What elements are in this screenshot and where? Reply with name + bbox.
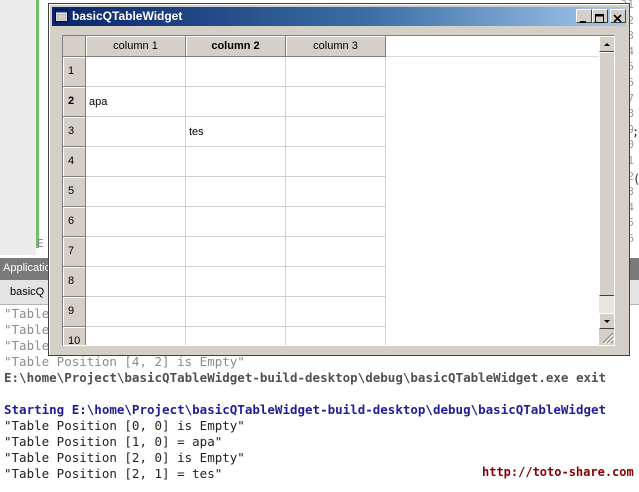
row-header-2[interactable]: 2: [63, 87, 86, 117]
row-header-10[interactable]: 10: [63, 327, 86, 345]
row-header-4[interactable]: 4: [63, 147, 86, 177]
column-header-1[interactable]: column 1: [86, 36, 186, 57]
table-cell[interactable]: [186, 87, 286, 117]
close-button[interactable]: [610, 9, 626, 23]
window-title: basicQTableWidget: [72, 9, 183, 23]
vertical-scrollbar[interactable]: [599, 36, 614, 345]
app-window-icon[interactable]: [55, 9, 68, 22]
table-cell[interactable]: [186, 177, 286, 207]
row-header-1[interactable]: 1: [63, 57, 86, 87]
table-cell[interactable]: [186, 207, 286, 237]
window-titlebar[interactable]: basicQTableWidget: [52, 7, 626, 26]
header-empty-area: [386, 36, 599, 57]
output-line: "Table Position [2, 1] = tes": [4, 466, 223, 481]
table-cell[interactable]: [186, 267, 286, 297]
scroll-up-button[interactable]: [599, 36, 614, 52]
output-line: E:\home\Project\basicQTableWidget-build-…: [4, 370, 607, 385]
table-cell[interactable]: [286, 147, 386, 177]
table-cell[interactable]: [286, 87, 386, 117]
row-header-8[interactable]: 8: [63, 267, 86, 297]
size-grip-icon: [602, 332, 614, 345]
table-cell[interactable]: tes: [186, 117, 286, 147]
maximize-icon: [595, 14, 604, 23]
table-cell[interactable]: [286, 207, 386, 237]
watermark-text: http://toto-share.com: [482, 465, 634, 479]
fold-marker[interactable]: E: [37, 237, 44, 250]
table-cell[interactable]: [86, 267, 186, 297]
row-header-9[interactable]: 9: [63, 297, 86, 327]
close-icon: [613, 14, 622, 23]
output-line: Starting E:\home\Project\basicQTableWidg…: [4, 402, 607, 417]
row-header-6[interactable]: 6: [63, 207, 86, 237]
size-grip[interactable]: [599, 329, 614, 345]
table-cell[interactable]: [86, 327, 186, 345]
table-cell[interactable]: [286, 57, 386, 87]
output-line: "Table Position [0, 0] is Empty": [4, 418, 245, 433]
table-cell[interactable]: [86, 147, 186, 177]
table-cell[interactable]: [286, 267, 386, 297]
scroll-up-icon: [604, 43, 610, 46]
table-cell[interactable]: [186, 297, 286, 327]
table-cell[interactable]: [286, 117, 386, 147]
line-number-gutter: [0, 0, 36, 255]
row-header-3[interactable]: 3: [63, 117, 86, 147]
table-cell[interactable]: [86, 237, 186, 267]
output-tab[interactable]: basicQ: [10, 286, 44, 298]
row-header-5[interactable]: 5: [63, 177, 86, 207]
table-cell[interactable]: [86, 117, 186, 147]
basicqtablewidget-window[interactable]: basicQTableWidget column 1 column 2 column…: [48, 3, 630, 356]
table-cell[interactable]: [286, 237, 386, 267]
table-cell[interactable]: [86, 57, 186, 87]
table-cell[interactable]: [86, 207, 186, 237]
output-line: "Table: [4, 322, 50, 337]
scroll-down-icon: [604, 320, 610, 323]
row-header-7[interactable]: 7: [63, 237, 86, 267]
table-cell[interactable]: [286, 177, 386, 207]
fold-indicator: [36, 0, 39, 248]
table-cell[interactable]: [186, 327, 286, 345]
table-cell[interactable]: apa: [86, 87, 186, 117]
table-cell[interactable]: [286, 327, 386, 345]
table-cell[interactable]: [186, 147, 286, 177]
output-line: "Table: [4, 306, 50, 321]
output-line: "Table Position [1, 0] = apa": [4, 434, 223, 449]
table-cell[interactable]: [86, 297, 186, 327]
scroll-down-button[interactable]: [599, 313, 614, 329]
column-header-2[interactable]: column 2: [186, 36, 286, 57]
table-widget[interactable]: column 1 column 2 column 3 1 2 apa 3 tes 4 5 6 7 8 9…: [62, 35, 615, 346]
output-line: "Table Position [4, 2] is Empty": [4, 354, 245, 369]
table-corner-button[interactable]: [63, 36, 86, 57]
application-output-title: Applicatio: [3, 262, 51, 274]
table-cell[interactable]: [86, 177, 186, 207]
output-line: "Table Position [2, 0] is Empty": [4, 450, 245, 465]
minimize-icon: [580, 21, 586, 23]
table-cell[interactable]: [186, 237, 286, 267]
table-cell[interactable]: [286, 297, 386, 327]
output-line: "Table: [4, 338, 50, 353]
column-header-3[interactable]: column 3: [286, 36, 386, 57]
table-cell[interactable]: [186, 57, 286, 87]
scroll-thumb[interactable]: [599, 52, 614, 296]
minimize-button[interactable]: [576, 9, 592, 23]
maximize-button[interactable]: [592, 9, 608, 23]
